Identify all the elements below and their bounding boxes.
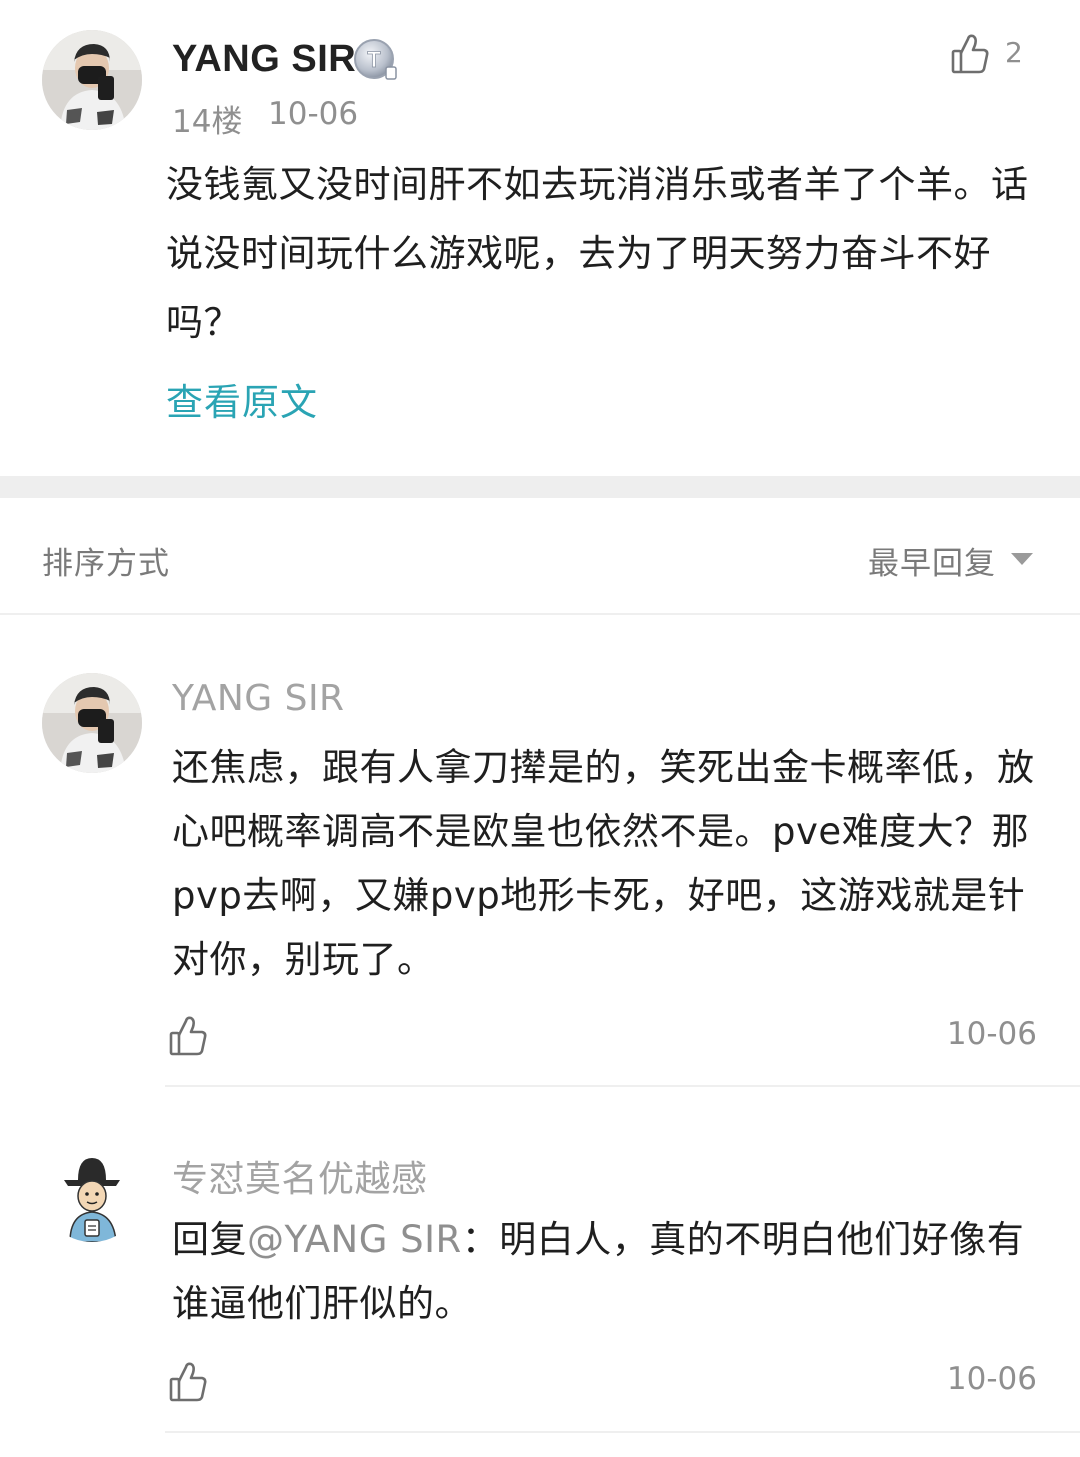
sort-label: 排序方式 xyxy=(42,546,170,582)
like-count: 2 xyxy=(1005,36,1023,69)
reply-body: 还焦虑，跟有人拿刀撵是的，笑死出金卡概率低，放心吧概率调高不是欧皇也依然不是。p… xyxy=(172,746,1035,981)
caret-down-icon[interactable] xyxy=(1010,551,1034,565)
divider xyxy=(0,613,1080,615)
reply-author[interactable]: YANG SIR xyxy=(172,678,345,719)
view-original-link[interactable]: 查看原文 xyxy=(166,372,318,426)
svg-text:T: T xyxy=(367,47,381,72)
divider xyxy=(165,1431,1080,1433)
post-body: 没钱氪又没时间肝不如去玩消消乐或者羊了个羊。话说没时间玩什么游戏呢，去为了明天努… xyxy=(166,163,1029,344)
section-divider xyxy=(0,476,1080,498)
reply-avatar[interactable] xyxy=(42,673,142,773)
reply-author[interactable]: 专怼莫名优越感 xyxy=(172,1150,428,1202)
reply-prefix: 回复 xyxy=(172,1218,247,1261)
reply-body: 回复@YANG SIR：明白人，真的不明白他们好像有谁逼他们肝似的。 xyxy=(172,1208,1047,1336)
poster-name[interactable]: YANG SIR xyxy=(172,38,356,81)
reply-date: 10-06 xyxy=(946,1361,1037,1397)
sort-dropdown[interactable]: 最早回复 xyxy=(868,538,996,583)
poster-avatar[interactable] xyxy=(42,30,142,130)
comment-detail-page: YANG SIR T 14楼 10-06 2 没钱氪又没时间肝不如去玩消消乐或者… xyxy=(0,0,1080,1457)
mention-link[interactable]: @YANG SIR xyxy=(247,1218,462,1261)
reply-avatar[interactable] xyxy=(42,1142,142,1242)
thumbs-up-icon[interactable] xyxy=(950,32,990,76)
reply-date: 10-06 xyxy=(946,1016,1037,1052)
thumbs-up-icon[interactable] xyxy=(168,1014,208,1058)
divider xyxy=(165,1085,1080,1087)
post-date: 10-06 xyxy=(268,96,359,132)
vip-t-badge-icon: T xyxy=(352,37,398,83)
thumbs-up-icon[interactable] xyxy=(168,1360,208,1404)
floor-number: 14楼 xyxy=(172,104,243,140)
